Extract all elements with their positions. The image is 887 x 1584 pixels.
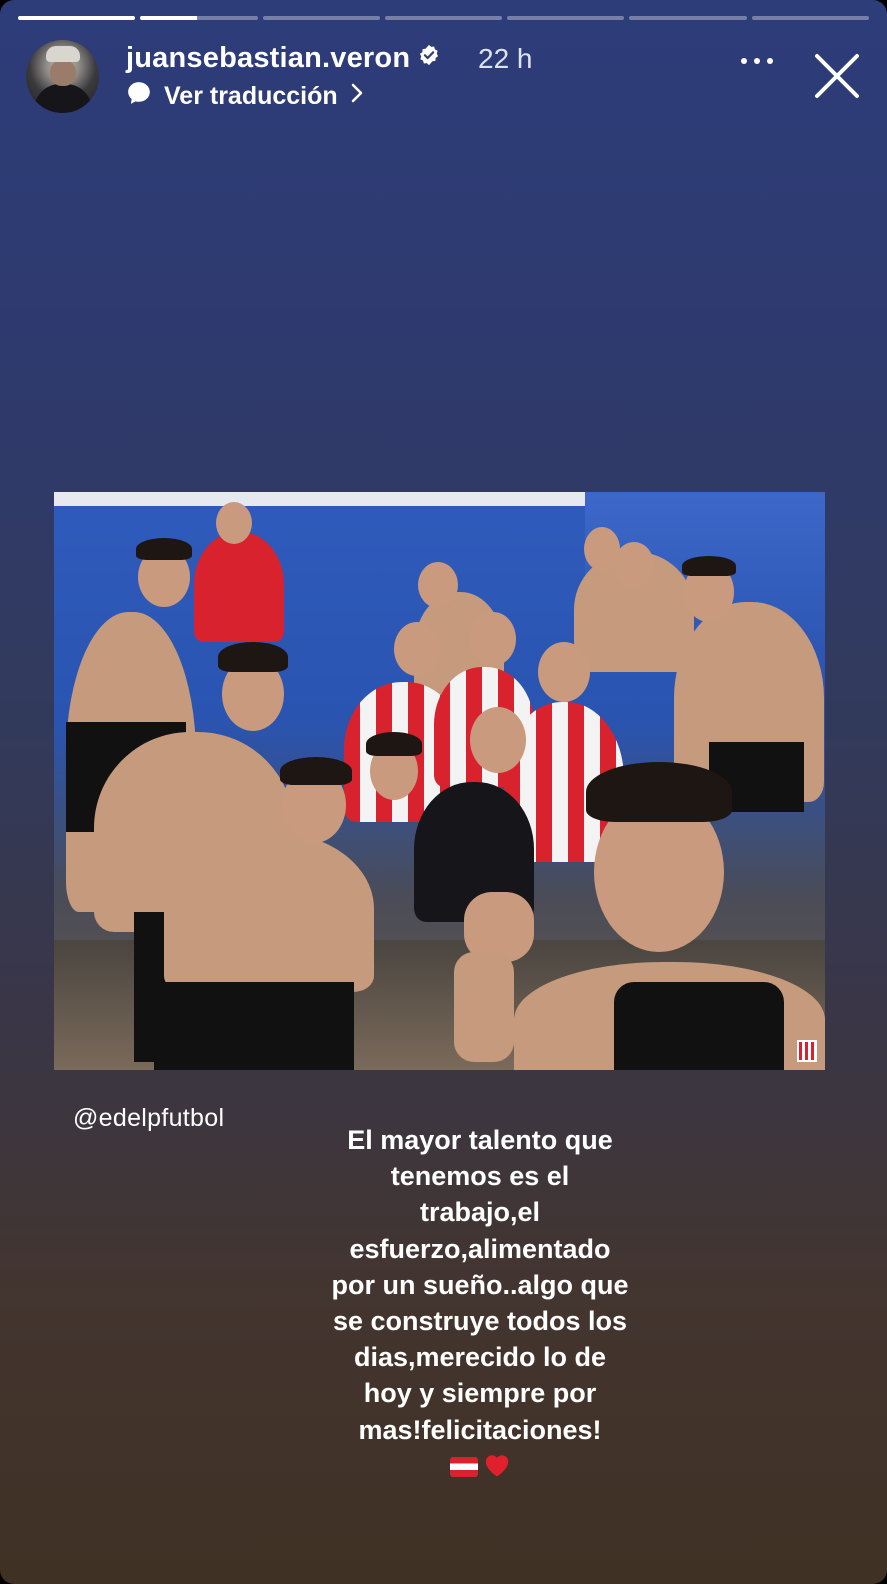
- progress-segment: [629, 16, 747, 20]
- progress-segment: [384, 16, 503, 20]
- story-progress: [18, 16, 869, 20]
- avatar[interactable]: [26, 40, 99, 113]
- progress-segment: [18, 16, 136, 20]
- mention-tag[interactable]: @edelpfutbol: [73, 1104, 224, 1133]
- close-icon[interactable]: [813, 52, 861, 100]
- more-options-icon[interactable]: [741, 58, 773, 64]
- username[interactable]: juansebastian.veron: [126, 42, 410, 74]
- chevron-right-icon: [350, 82, 364, 111]
- story-viewer[interactable]: juansebastian.veron 22 h Ver traducción: [0, 0, 887, 1584]
- progress-segment: [507, 16, 625, 20]
- story-caption: El mayor talento que tenemos es el traba…: [331, 1125, 629, 1445]
- speech-bubble-icon: [126, 80, 152, 113]
- heart-icon: [482, 1450, 512, 1483]
- post-time: 22 h: [478, 43, 533, 74]
- club-crest-icon: [797, 1040, 817, 1062]
- progress-segment: [262, 16, 380, 20]
- translate-button[interactable]: Ver traducción: [126, 80, 364, 113]
- emoji-row: [450, 1450, 512, 1483]
- username-row[interactable]: juansebastian.veron: [126, 42, 440, 75]
- progress-segment: [751, 16, 869, 20]
- story-header: juansebastian.veron 22 h Ver traducción: [26, 40, 861, 116]
- progress-segment: [140, 16, 258, 20]
- verified-badge-icon: [418, 41, 440, 74]
- translate-label: Ver traducción: [164, 82, 338, 110]
- team-photo: [54, 492, 825, 1070]
- club-flag-icon: [450, 1456, 478, 1477]
